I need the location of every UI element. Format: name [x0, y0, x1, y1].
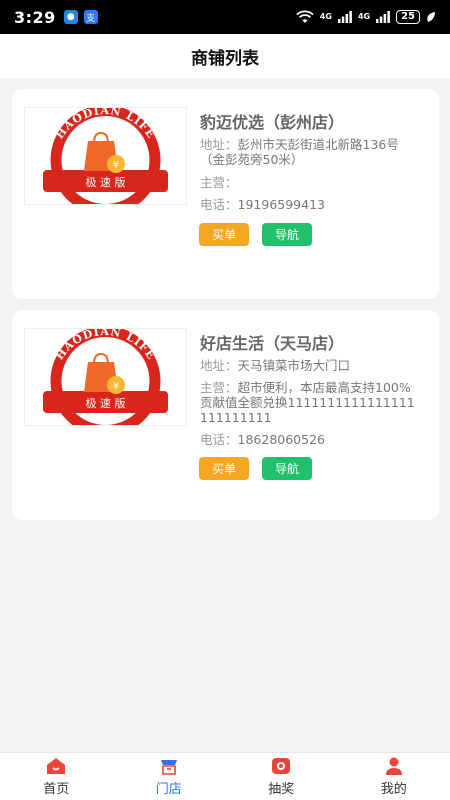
status-indicators: 4G 4G 25: [296, 10, 436, 24]
store-icon: [160, 760, 177, 775]
message-notification-icon: ●: [63, 10, 78, 24]
store-phone: 电话：18628060526: [200, 432, 325, 447]
store-logo: HAODIAN LIFE 极 速 版 ¥: [24, 325, 187, 436]
store-phone: 电话：19196599413: [200, 197, 325, 212]
store-card[interactable]: HAODIAN LIFE 极 速 版 ¥ 豹迈优选（彭州店） 地址：彭州市天彭街…: [12, 89, 439, 299]
svg-text:极 速 版: 极 速 版: [86, 175, 126, 189]
page-header: 商铺列表: [0, 34, 450, 78]
store-main-business: 主营：: [200, 175, 238, 190]
nav-store-label: 门店: [155, 782, 182, 797]
store-address: 地址：天马镇菜市场大门口: [200, 358, 351, 373]
network-type-label: 4G: [319, 12, 332, 21]
nav-store[interactable]: 门店: [113, 753, 226, 800]
pay-bill-button[interactable]: 买单: [199, 457, 249, 480]
nav-home[interactable]: 首页: [0, 753, 113, 800]
nav-lottery[interactable]: 抽奖: [225, 753, 338, 800]
store-name: 好店生活（天马店）: [200, 334, 345, 353]
battery-level: 25: [396, 10, 420, 24]
nav-lottery-label: 抽奖: [268, 782, 295, 797]
store-logo: HAODIAN LIFE 极 速 版 ¥: [24, 104, 187, 215]
svg-text:极 速 版: 极 速 版: [86, 396, 126, 410]
store-card[interactable]: HAODIAN LIFE 极 速 版 ¥ 好店生活（天马店） 地址：天马镇菜市场…: [12, 310, 439, 520]
pay-bill-button[interactable]: 买单: [199, 223, 249, 246]
svg-text:¥: ¥: [113, 381, 119, 392]
home-icon: [47, 758, 66, 774]
status-time: 3:29: [14, 7, 56, 27]
alipay-notification-icon: 支: [83, 10, 98, 24]
nav-profile[interactable]: 我的: [338, 753, 450, 800]
navigate-button[interactable]: 导航: [262, 457, 312, 480]
page-title: 商铺列表: [191, 48, 259, 69]
network-type-label-2: 4G: [357, 12, 371, 21]
signal-strength-icon: [337, 11, 352, 23]
status-bar: 3:29 ● 支 4G 4G 25: [0, 0, 450, 34]
navigate-button[interactable]: 导航: [262, 223, 312, 246]
bottom-nav: 首页 门店 抽奖 我的: [0, 752, 450, 800]
nav-home-label: 首页: [43, 782, 70, 797]
wifi-icon: [296, 10, 314, 23]
svg-text:¥: ¥: [113, 160, 119, 171]
leaf-icon: [427, 12, 435, 22]
nav-profile-label: 我的: [380, 782, 407, 797]
store-main-business: 主营：超市便利，本店最高支持100%贡献值全额兑换111111111111111…: [200, 380, 415, 425]
store-name: 豹迈优选（彭州店）: [200, 113, 345, 132]
signal-strength-icon-2: [376, 11, 390, 23]
store-address: 地址：彭州市天彭街道北新路136号 （金彭苑旁50米）: [200, 137, 399, 167]
profile-icon: [385, 757, 402, 775]
lottery-icon: [272, 758, 291, 774]
